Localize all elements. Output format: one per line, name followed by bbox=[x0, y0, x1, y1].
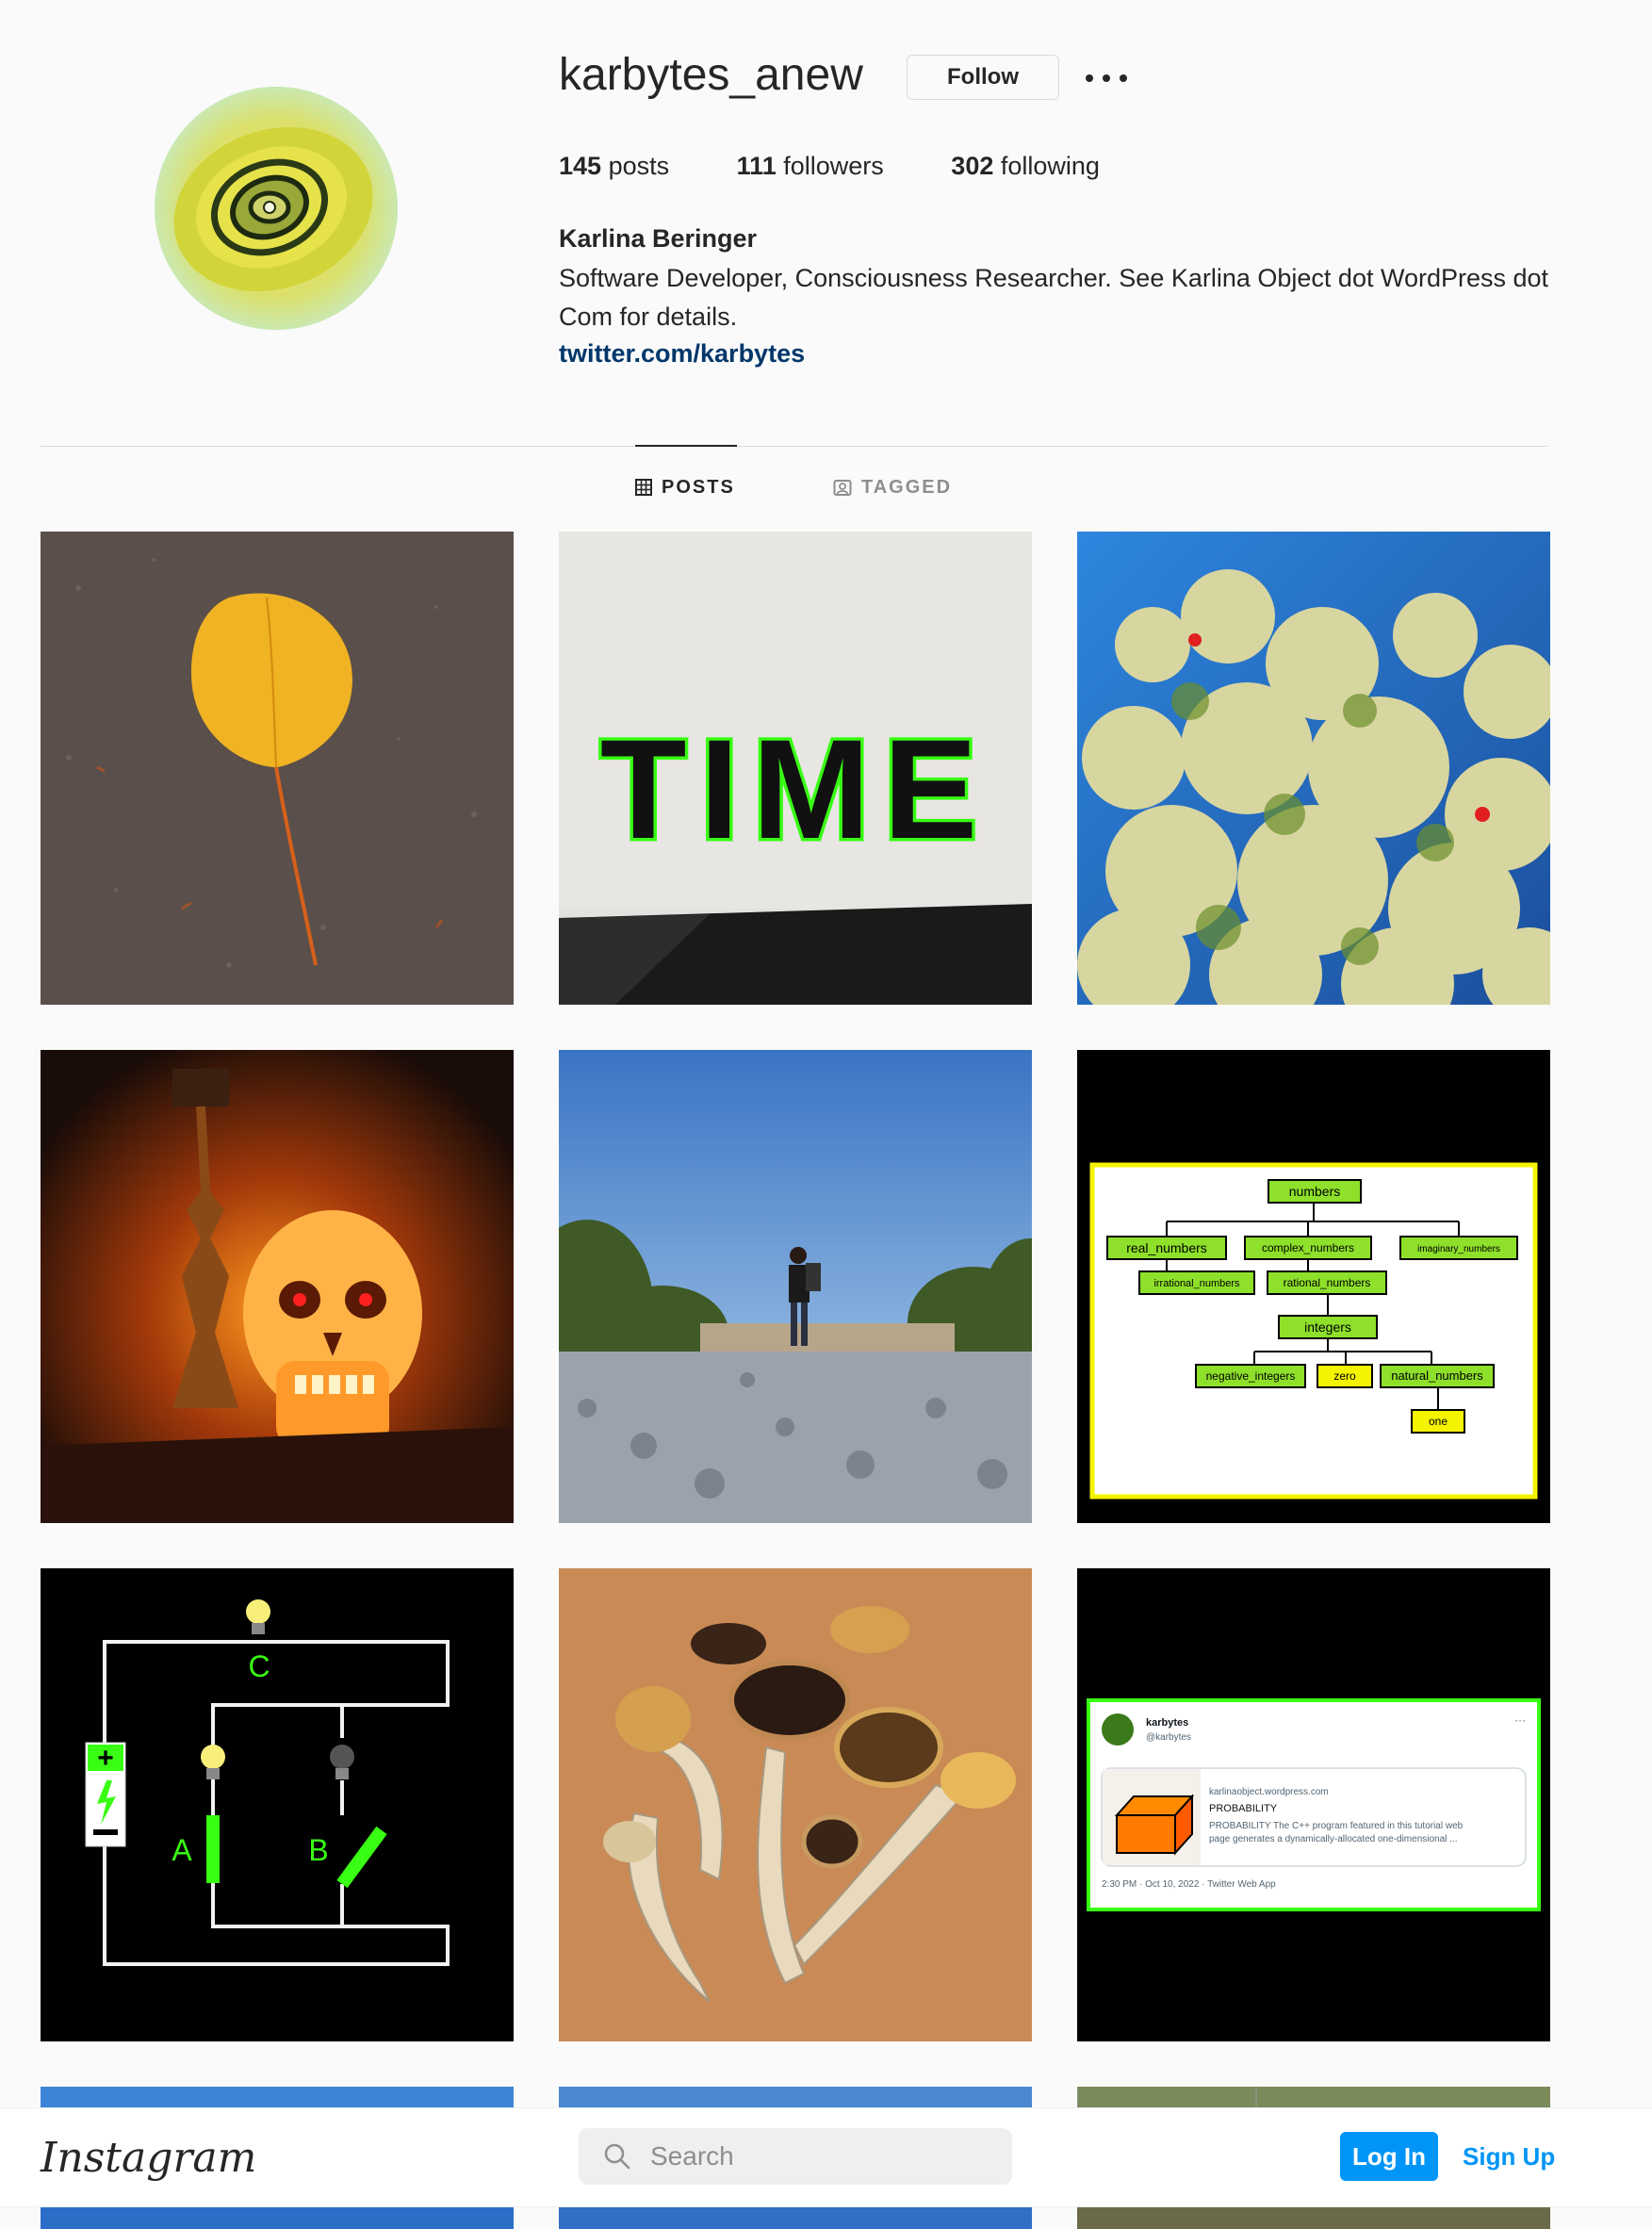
grid-icon bbox=[635, 479, 652, 496]
post-tile-leaf[interactable] bbox=[41, 532, 514, 1005]
diagram-label: real_numbers bbox=[1126, 1240, 1207, 1255]
followers-label: followers bbox=[783, 152, 884, 180]
post-tile-skull-lamp[interactable] bbox=[41, 1050, 514, 1523]
sign-up-link[interactable]: Sign Up bbox=[1463, 2134, 1555, 2179]
following-label: following bbox=[1000, 152, 1100, 180]
circuit-label: A bbox=[172, 1833, 192, 1867]
post-tile-numbers-diagram[interactable]: numbers real_numbers complex_numbers ima… bbox=[1077, 1050, 1550, 1523]
tabs-divider bbox=[41, 446, 1548, 447]
diagram-label: irrational_numbers bbox=[1153, 1278, 1240, 1289]
search-input[interactable] bbox=[648, 2140, 1010, 2172]
profile-avatar[interactable] bbox=[155, 87, 398, 330]
tweet-link-desc: page generates a dynamically-allocated o… bbox=[1209, 1834, 1458, 1844]
profile-stats: 145 posts 111 followers 302 following bbox=[559, 149, 1160, 183]
post-tile-circuit[interactable]: + C A B bbox=[41, 1568, 514, 2041]
profile-link[interactable]: twitter.com/karbytes bbox=[559, 336, 805, 371]
diagram-label: imaginary_numbers bbox=[1417, 1244, 1500, 1254]
search-box[interactable] bbox=[579, 2128, 1012, 2185]
following-count: 302 bbox=[951, 152, 994, 180]
follow-button[interactable]: Follow bbox=[907, 55, 1059, 100]
posts-label: posts bbox=[608, 152, 670, 180]
tab-posts[interactable]: POSTS bbox=[635, 471, 735, 503]
post-tile-flowers[interactable] bbox=[1077, 532, 1550, 1005]
diagram-label: integers bbox=[1304, 1319, 1351, 1335]
profile-bio: Software Developer, Consciousness Resear… bbox=[559, 264, 1549, 331]
log-in-button[interactable]: Log In bbox=[1340, 2132, 1438, 2181]
tab-posts-label: POSTS bbox=[662, 476, 735, 498]
post-tile-mushrooms[interactable] bbox=[559, 1568, 1032, 2041]
dot bbox=[1103, 74, 1110, 82]
diagram-label: natural_numbers bbox=[1391, 1369, 1483, 1383]
active-tab-indicator bbox=[635, 445, 737, 447]
dot bbox=[1086, 74, 1093, 82]
time-text: TIME bbox=[600, 710, 990, 868]
diagram-label: rational_numbers bbox=[1284, 1276, 1371, 1289]
following-stat[interactable]: 302 following bbox=[951, 149, 1100, 183]
tweet-handle: @karbytes bbox=[1146, 1732, 1191, 1743]
followers-stat[interactable]: 111 followers bbox=[737, 149, 884, 183]
circuit-label: C bbox=[248, 1649, 270, 1683]
followers-count: 111 bbox=[736, 152, 777, 180]
tweet-link-domain: karlinaobject.wordpress.com bbox=[1209, 1787, 1329, 1797]
tweet-link-title: PROBABILITY bbox=[1209, 1803, 1278, 1814]
diagram-label: complex_numbers bbox=[1262, 1241, 1354, 1254]
tab-tagged[interactable]: TAGGED bbox=[833, 471, 952, 503]
tagged-icon bbox=[833, 480, 852, 496]
dot bbox=[1120, 74, 1127, 82]
svg-text:+: + bbox=[97, 1743, 114, 1774]
tweet-name: karbytes bbox=[1146, 1717, 1188, 1729]
diagram-label: zero bbox=[1333, 1369, 1356, 1383]
diagram-label: one bbox=[1429, 1415, 1448, 1428]
diagram-label: negative_integers bbox=[1206, 1369, 1296, 1383]
tweet-more-icon: ··· bbox=[1514, 1713, 1526, 1727]
more-options-icon[interactable] bbox=[1086, 60, 1127, 96]
profile-username: karbytes_anew bbox=[559, 50, 863, 100]
post-tile-time[interactable]: TIME bbox=[559, 532, 1032, 1005]
circuit-label: B bbox=[308, 1833, 328, 1867]
tweet-meta: 2:30 PM · Oct 10, 2022 · Twitter Web App bbox=[1102, 1879, 1276, 1890]
profile-full-name: Karlina Beringer bbox=[559, 224, 758, 253]
search-icon bbox=[604, 2143, 630, 2170]
post-tile-tweet[interactable]: karbytes @karbytes ··· karlinaobject.wor… bbox=[1077, 1568, 1550, 2041]
tweet-link-desc: PROBABILITY The C++ program featured in … bbox=[1209, 1821, 1464, 1831]
posts-count: 145 bbox=[559, 152, 602, 180]
diagram-label: numbers bbox=[1289, 1184, 1340, 1199]
post-tile-hiker[interactable] bbox=[559, 1050, 1032, 1523]
tab-tagged-label: TAGGED bbox=[861, 476, 953, 498]
posts-stat: 145 posts bbox=[559, 149, 669, 183]
instagram-logo[interactable]: Instagram bbox=[41, 2132, 256, 2185]
